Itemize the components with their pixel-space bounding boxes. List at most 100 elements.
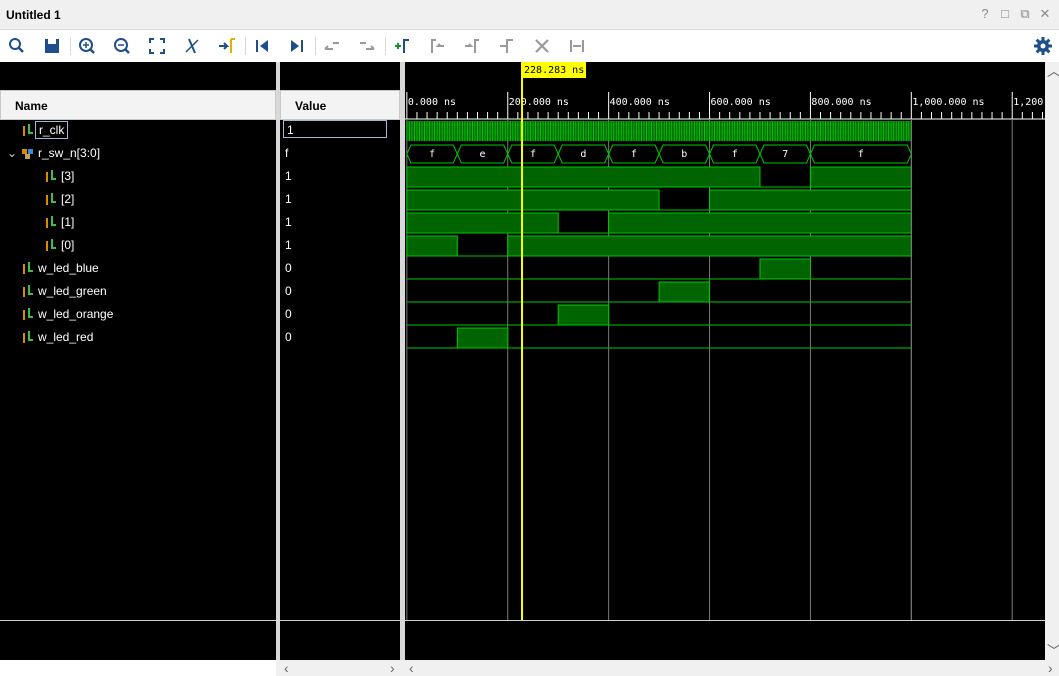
- wave-high-segment: [809, 166, 912, 188]
- signal-row[interactable]: w_led_orange: [0, 304, 276, 324]
- value-scroll-right-icon[interactable]: ›: [390, 661, 395, 675]
- signal-name: r_clk: [35, 121, 69, 139]
- ruler-tick-label: 0.000 ns: [408, 97, 456, 108]
- signal-row[interactable]: w_led_blue: [0, 258, 276, 278]
- waveform-r_clk[interactable]: [406, 121, 912, 141]
- signal-value: 1: [283, 120, 387, 138]
- wave-high-segment: [507, 235, 912, 257]
- signal-row[interactable]: r_clk: [0, 120, 276, 140]
- signal-value: 1: [285, 238, 292, 252]
- signal-name: w_led_blue: [38, 261, 99, 275]
- bit-signal-icon: [46, 216, 56, 228]
- bus-value-label: d: [580, 149, 586, 160]
- bit-signal-icon: [46, 193, 56, 205]
- zoom-fit-icon: [149, 38, 165, 54]
- signal-value: 0: [285, 284, 292, 298]
- signal-row[interactable]: [2]: [0, 189, 276, 209]
- signal-row[interactable]: w_led_red: [0, 327, 276, 347]
- wave-high-segment: [557, 304, 610, 326]
- expand-chevron-icon[interactable]: ⌄: [7, 146, 17, 160]
- signal-row[interactable]: ⌄ r_sw_n[3:0]: [0, 143, 276, 163]
- scroll-up-icon[interactable]: ︿: [1047, 64, 1059, 78]
- go-to-end-icon: [291, 40, 303, 52]
- swap-cursors-button[interactable]: [494, 33, 520, 59]
- delete-marker-button[interactable]: [529, 33, 555, 59]
- name-value-splitter[interactable]: [276, 62, 280, 676]
- wave-scroll-left-icon[interactable]: ‹: [409, 661, 414, 675]
- maximize-icon[interactable]: □: [997, 6, 1013, 22]
- toolbar-separator: [315, 37, 316, 55]
- bus-value-label: 7: [782, 149, 788, 160]
- signal-name: r_sw_n[3:0]: [38, 146, 101, 160]
- signal-name: w_led_green: [38, 284, 107, 298]
- next-marker-button[interactable]: [459, 33, 485, 59]
- snap-icon: [570, 40, 584, 52]
- waveform-3[interactable]: [406, 166, 912, 188]
- waveform-w_led_green[interactable]: [406, 281, 912, 303]
- value-scroll-left-icon[interactable]: ‹: [284, 661, 289, 675]
- signal-row[interactable]: [1]: [0, 212, 276, 232]
- signal-name: [1]: [61, 215, 75, 229]
- save-button[interactable]: [39, 33, 65, 59]
- snap-button[interactable]: [564, 33, 590, 59]
- prev-transition-button[interactable]: [319, 33, 345, 59]
- close-icon[interactable]: ✕: [1037, 6, 1053, 22]
- name-pane-divider: [0, 620, 276, 621]
- toolbar-separator: [385, 37, 386, 55]
- signal-row[interactable]: [3]: [0, 166, 276, 186]
- vertical-scrollbar[interactable]: ︿ ﹀: [1045, 62, 1059, 660]
- signal-row[interactable]: [0]: [0, 235, 276, 255]
- waveform-0[interactable]: [406, 235, 912, 257]
- prev-transition-icon: [324, 42, 339, 50]
- signal-name: w_led_red: [38, 330, 94, 344]
- value-column-header[interactable]: Value: [280, 90, 400, 120]
- prev-marker-icon: [431, 39, 444, 53]
- bus-value-label: e: [480, 149, 486, 160]
- go-to-start-button[interactable]: [249, 33, 275, 59]
- next-marker-icon: [465, 39, 479, 53]
- signal-value: f: [285, 146, 289, 160]
- next-transition-icon: [360, 42, 375, 50]
- ruler-tick-label: 600.000 ns: [711, 97, 771, 108]
- go-to-end-button[interactable]: [284, 33, 310, 59]
- waveform-w_led_red[interactable]: [406, 327, 912, 349]
- waveform-w_led_orange[interactable]: [406, 304, 912, 326]
- signal-row[interactable]: w_led_green: [0, 281, 276, 301]
- waveform-2[interactable]: [406, 189, 912, 211]
- wave-high-segment: [406, 235, 458, 257]
- name-column-header[interactable]: Name: [0, 90, 276, 120]
- scroll-down-icon[interactable]: ﹀: [1047, 644, 1059, 658]
- waveform-r_sw_n[interactable]: f e f d f b f 7 f: [406, 144, 912, 164]
- wave-scroll-right-icon[interactable]: ›: [1048, 661, 1053, 675]
- prev-marker-button[interactable]: [424, 33, 450, 59]
- float-window-icon[interactable]: ⧉: [1017, 6, 1033, 22]
- waveform-canvas[interactable]: 0.000 ns 200.000 ns 400.000 ns 600.000 ns 80…: [405, 62, 1045, 660]
- go-to-cursor-icon: [219, 38, 235, 53]
- signal-name: [3]: [61, 169, 75, 183]
- delete-marker-icon: [535, 39, 549, 53]
- next-transition-button[interactable]: [354, 33, 380, 59]
- go-to-cursor-button[interactable]: [214, 33, 240, 59]
- signal-name: [2]: [61, 192, 75, 206]
- settings-button[interactable]: [1033, 36, 1053, 56]
- bit-signal-icon: [23, 331, 33, 343]
- add-marker-button[interactable]: [389, 33, 415, 59]
- save-icon: [45, 39, 59, 53]
- cursor-toggle-button[interactable]: [179, 33, 205, 59]
- bit-signal-icon: [46, 170, 56, 182]
- zoom-in-button[interactable]: [74, 33, 100, 59]
- signal-name: w_led_orange: [38, 307, 114, 321]
- signal-value: 1: [285, 215, 292, 229]
- bit-signal-icon: [46, 239, 56, 251]
- bit-signal-icon: [23, 285, 33, 297]
- ruler-tick-label: 800.000 ns: [811, 97, 871, 108]
- waveform-1[interactable]: [406, 212, 912, 234]
- go-to-start-icon: [256, 40, 268, 52]
- waveform-w_led_blue[interactable]: [406, 258, 912, 280]
- wave-high-segment: [759, 258, 811, 280]
- zoom-fit-button[interactable]: [144, 33, 170, 59]
- signal-value: 0: [285, 330, 292, 344]
- zoom-out-button[interactable]: [109, 33, 135, 59]
- help-icon[interactable]: ?: [977, 6, 993, 22]
- search-button[interactable]: [4, 33, 30, 59]
